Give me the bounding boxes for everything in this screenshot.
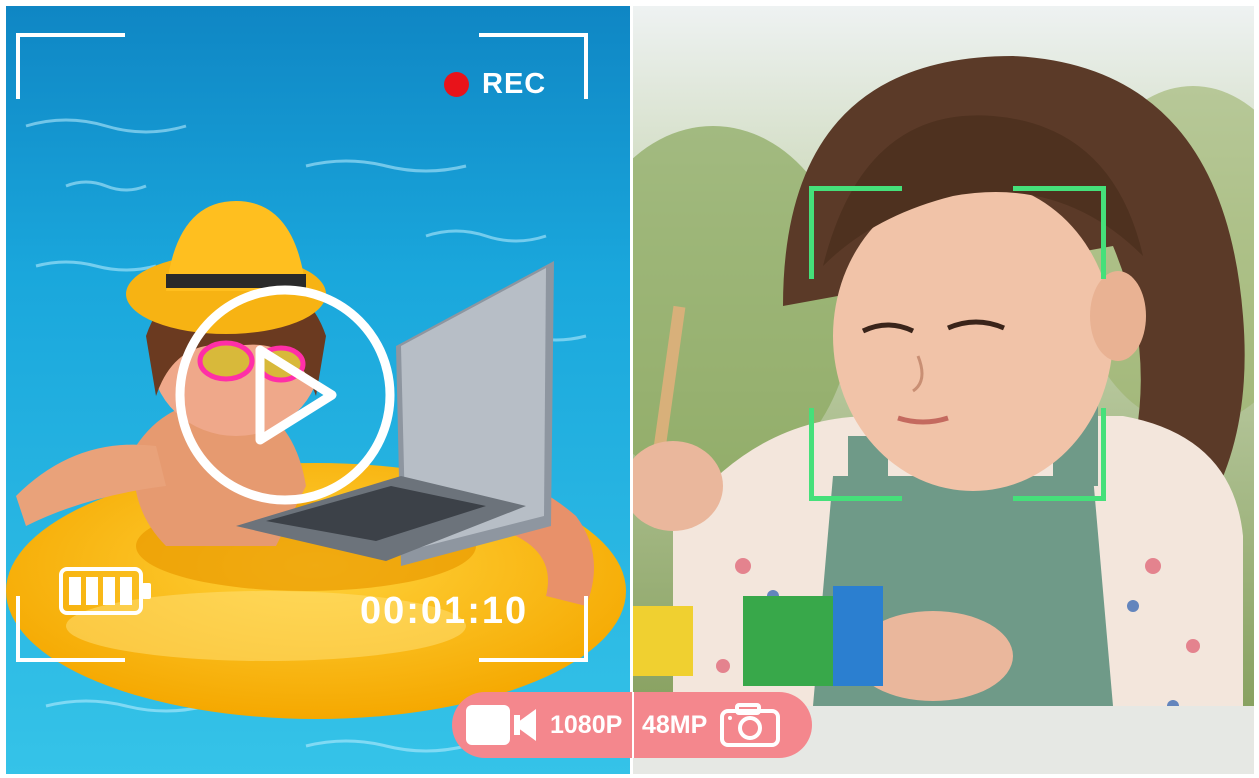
rec-label: REC xyxy=(482,68,547,100)
recording-timecode: 00:01:10 xyxy=(360,590,529,632)
record-dot-icon xyxy=(444,72,469,97)
play-icon[interactable] xyxy=(172,282,398,508)
face-detect-corner-bottom-right xyxy=(1013,408,1106,501)
photo-resolution-label: 48MP xyxy=(642,710,708,739)
spec-divider xyxy=(632,692,634,758)
resolution-spec-badge: 1080P 48MP xyxy=(452,692,812,758)
viewfinder-corner-top-left xyxy=(16,33,125,99)
video-camera-icon xyxy=(466,705,536,745)
video-spec: 1080P xyxy=(464,692,622,758)
girl-portrait-image xyxy=(633,6,1254,774)
video-resolution-label: 1080P xyxy=(550,710,623,739)
face-detect-corner-bottom-left xyxy=(809,408,902,501)
photo-camera-icon xyxy=(720,703,781,747)
photo-spec: 48MP xyxy=(642,692,781,758)
video-recording-panel: REC 00:01:10 xyxy=(6,6,630,774)
face-detect-corner-top-left xyxy=(809,186,902,279)
battery-icon xyxy=(59,567,151,615)
face-detect-corner-top-right xyxy=(1013,186,1106,279)
recording-indicator: REC xyxy=(444,68,546,101)
photo-capture-panel xyxy=(633,6,1254,774)
